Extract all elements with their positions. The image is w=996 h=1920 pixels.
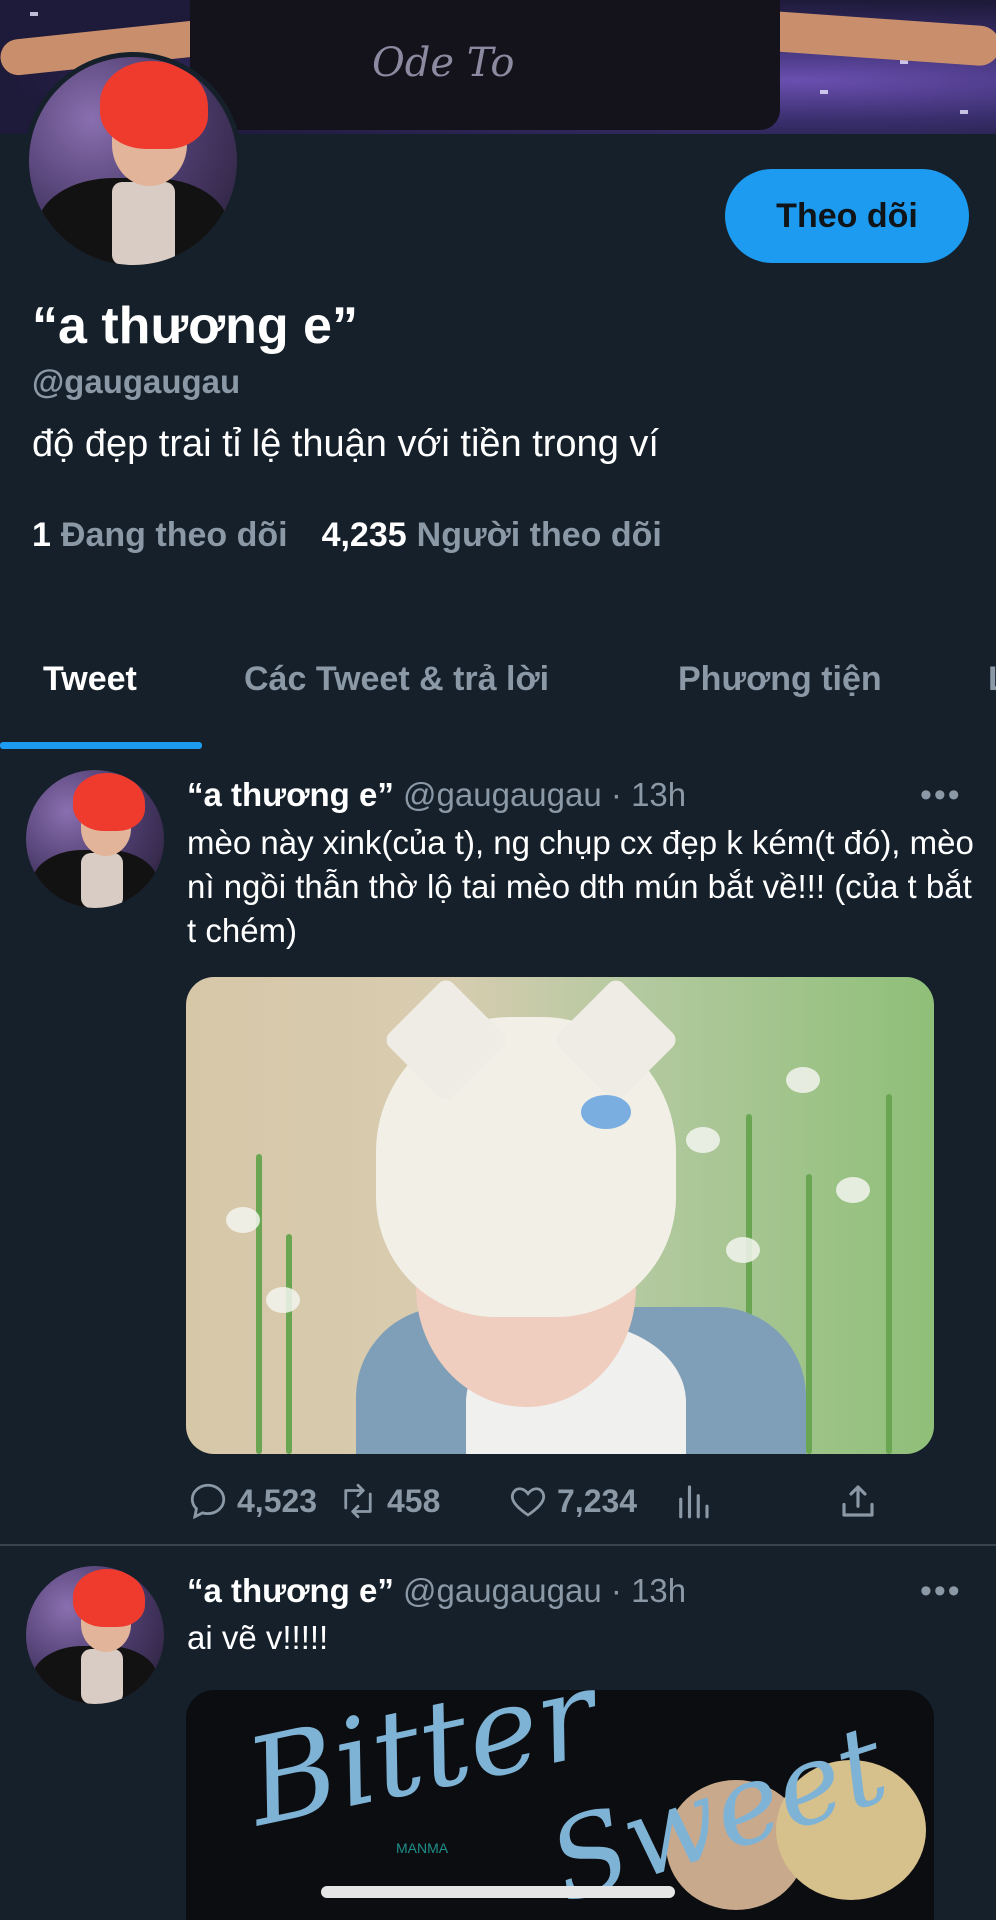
- reply-icon: [190, 1483, 226, 1520]
- like-button[interactable]: 7,234: [507, 1480, 672, 1522]
- tweet-author-name[interactable]: “a thương e”: [187, 776, 394, 813]
- tweet-author-handle[interactable]: @gaugaugau: [403, 776, 602, 813]
- analytics-icon: [679, 1485, 709, 1519]
- tweet-author-handle[interactable]: @gaugaugau: [403, 1572, 602, 1609]
- tab-tweets[interactable]: Tweet: [43, 660, 137, 699]
- tweet-divider: [0, 1544, 996, 1546]
- followers-count[interactable]: 4,235: [322, 516, 407, 555]
- home-indicator[interactable]: [321, 1886, 675, 1898]
- followers-label[interactable]: Người theo dõi: [417, 516, 662, 555]
- analytics-button[interactable]: [672, 1480, 837, 1522]
- media-watermark: MANMA: [396, 1840, 449, 1856]
- profile-bio: độ đẹp trai tỉ lệ thuận với tiền trong v…: [32, 423, 659, 465]
- banner-signature: Ode To: [372, 40, 515, 86]
- profile-avatar[interactable]: [24, 52, 242, 270]
- share-button[interactable]: [837, 1480, 879, 1522]
- tweet-image[interactable]: [186, 977, 934, 1454]
- tweet-actions: 4,523 458 7,234: [187, 1476, 907, 1526]
- profile-display-name: “a thương e”: [32, 297, 358, 355]
- retweet-button[interactable]: 458: [337, 1480, 507, 1522]
- following-count[interactable]: 1: [32, 516, 51, 555]
- reply-count: 4,523: [237, 1482, 318, 1519]
- more-options-icon[interactable]: •••: [920, 1572, 962, 1611]
- reply-button[interactable]: 4,523: [187, 1480, 337, 1522]
- profile-tabs: Tweet Các Tweet & trả lời Phương tiện L: [0, 640, 996, 750]
- follow-button[interactable]: Theo dõi: [725, 169, 969, 263]
- tweet-author-name[interactable]: “a thương e”: [187, 1572, 394, 1609]
- share-icon: [842, 1485, 874, 1517]
- like-count: 7,234: [557, 1482, 638, 1519]
- tweet-header: “a thương e” @gaugaugau · 13h: [187, 1572, 686, 1610]
- tweet-avatar[interactable]: [26, 770, 164, 908]
- profile-stats: 1 Đang theo dõi 4,235 Người theo dõi: [32, 516, 686, 555]
- tweet-text: mèo này xink(của t), ng chụp cx đẹp k ké…: [187, 824, 974, 949]
- retweet-icon: [344, 1483, 372, 1519]
- tab-likes[interactable]: L: [988, 660, 996, 699]
- tweet-header: “a thương e” @gaugaugau · 13h: [187, 776, 686, 814]
- active-tab-indicator: [0, 742, 202, 749]
- profile-handle: @gaugaugau: [32, 363, 241, 400]
- tab-tweets-replies[interactable]: Các Tweet & trả lời: [244, 660, 549, 699]
- tweet-time: · 13h: [610, 776, 687, 813]
- tweet-avatar[interactable]: [26, 1566, 164, 1704]
- following-label[interactable]: Đang theo dõi: [61, 516, 288, 555]
- tweet-text: ai vẽ v!!!!!: [187, 1619, 329, 1656]
- tab-media[interactable]: Phương tiện: [678, 660, 882, 699]
- tweet-time: · 13h: [610, 1572, 687, 1609]
- heart-icon: [510, 1487, 546, 1517]
- more-options-icon[interactable]: •••: [920, 776, 962, 815]
- retweet-count: 458: [387, 1482, 441, 1519]
